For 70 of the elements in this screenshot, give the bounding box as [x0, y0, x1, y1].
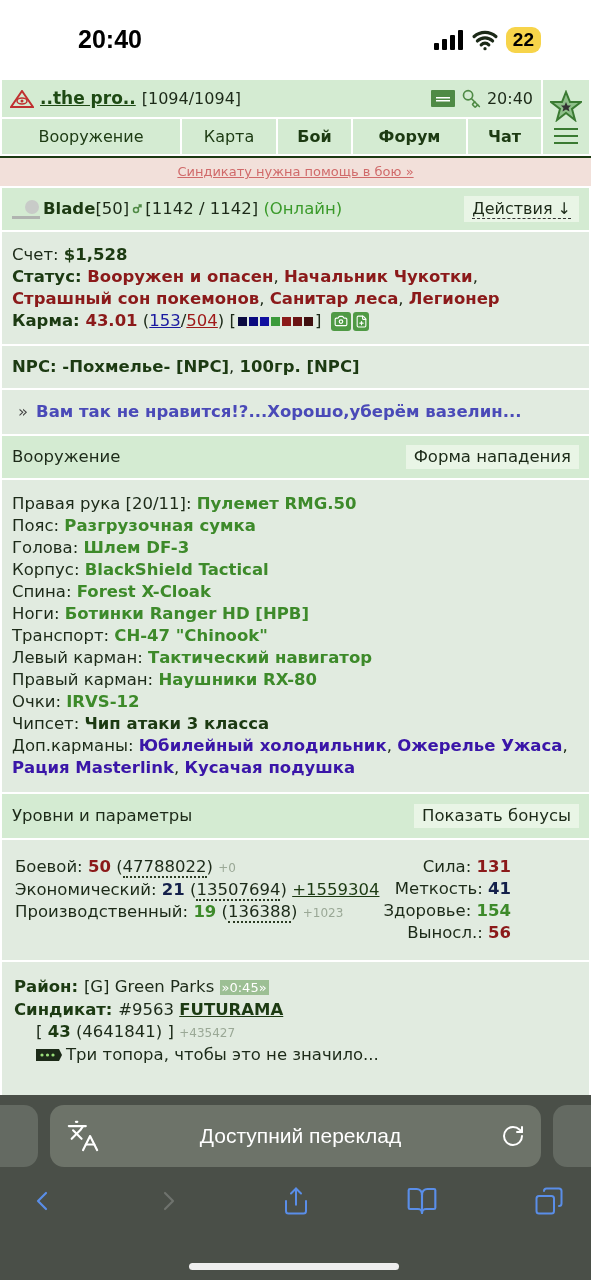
equipment-line: Чипсет: Чип атаки 3 класса — [12, 713, 271, 735]
show-bonuses-button[interactable]: Показать бонусы — [414, 804, 579, 828]
address-bar[interactable]: Доступний переклад — [50, 1105, 541, 1167]
info-line: Счет: $1,528 — [12, 244, 129, 266]
info-line: Статус: Вооружен и опасен, Начальник Чукотки, Страшный сон покемонов, Санитар леса, Легионер — [12, 266, 501, 310]
equipment-line: Очки: IRVS-12 — [12, 691, 141, 713]
signal-icon — [433, 30, 464, 50]
equipment-line: Правый карман: Наушники RX-80 — [12, 669, 318, 691]
reload-icon[interactable] — [501, 1124, 525, 1148]
link[interactable]: +1559304 — [292, 880, 380, 899]
address-text: Доступний переклад — [198, 1123, 403, 1150]
equipment-line: Доп.карманы: Юбилейный холодильник, Ожерелье Ужаса, Рация Masterlink, Кусачая подушка — [12, 735, 569, 779]
npc-line: NPC: -Похмелье- [NPC], 100гр. [NPC] — [12, 356, 360, 378]
nav-tab[interactable]: Вооружение — [2, 119, 180, 154]
equipment-line: Корпус: BlackShield Tactical — [12, 559, 270, 581]
male-icon — [132, 204, 143, 214]
add-file-icon[interactable] — [353, 311, 370, 331]
player-name: Blade[50] — [43, 198, 130, 220]
hit-points: [1094/1094] — [141, 87, 242, 110]
book-icon[interactable] — [406, 1185, 439, 1217]
stat-line: Выносл.: 56 — [406, 922, 511, 944]
equipment-line: Голова: Шлем DF-3 — [12, 537, 191, 559]
translate-icon[interactable] — [66, 1119, 100, 1153]
nav-tab[interactable]: Чат — [468, 119, 541, 154]
level-line: Экономический: 21 (13507694) +1559304 — [15, 879, 380, 901]
adjacent-tab-background — [0, 1105, 38, 1167]
stat-line: Здоровье: 154 — [383, 900, 511, 922]
equipment-line: Правая рука [20/11]: Пулемет RMG.50 — [12, 493, 358, 515]
avatar-icon — [12, 199, 40, 219]
level-line: Боевой: 50 (47788022) +0 — [15, 856, 237, 879]
eye-triangle-icon — [10, 89, 34, 108]
equipment-line: Ноги: Ботинки Ranger HD [HPB] — [12, 603, 310, 625]
syndicate-line: [ 43 (4641841) ] +435427 — [36, 1021, 236, 1043]
equipment-line: Спина: Forest X-Cloak — [12, 581, 212, 603]
equipment-line: Транспорт: CH-47 "Chinook" — [12, 625, 269, 647]
stat-line: Меткость: 41 — [393, 878, 511, 900]
clock: 20:40 — [78, 24, 142, 56]
tabs-icon[interactable] — [534, 1186, 564, 1216]
mail-icon[interactable] — [430, 90, 455, 107]
quote-mark: » — [18, 401, 29, 423]
stat-line: Сила: 131 — [421, 856, 511, 878]
section-title: Уровни и параметры — [12, 805, 193, 827]
attack-form-button[interactable]: Форма нападения — [405, 445, 579, 469]
key-icon[interactable] — [460, 88, 481, 109]
star-icon[interactable] — [550, 90, 582, 122]
battery-indicator: 22 — [505, 27, 541, 53]
link[interactable]: 504 — [186, 311, 218, 330]
rank-icon — [36, 1049, 62, 1061]
equipment-line: Левый карман: Тактический навигатор — [12, 647, 374, 669]
nav-tab[interactable]: Карта — [182, 119, 276, 154]
nav-tab[interactable]: Бой — [278, 119, 351, 154]
syndicate-line: Синдикат: #9563 FUTURAMA — [14, 999, 284, 1021]
syndicate-line: Три топора, чтобы это не значило... — [66, 1044, 379, 1066]
section-title: Вооружение — [12, 446, 121, 468]
link[interactable]: FUTURAMA — [179, 1000, 284, 1019]
header-time: 20:40 — [486, 87, 533, 110]
link[interactable]: 153 — [149, 311, 181, 330]
equipment-line: Пояс: Разгрузочная сумка — [12, 515, 257, 537]
player-health: [1142 / 1142] (Онлайн) — [145, 198, 343, 220]
adjacent-tab-background — [553, 1105, 591, 1167]
nickname-link[interactable]: ..the pro.. — [40, 85, 136, 112]
karma-bracket: ] — [315, 310, 322, 332]
actions-button[interactable]: Действия ↓ — [464, 196, 579, 222]
karma-text: Карма: 43.01 (153/504) [ — [12, 310, 236, 332]
syndicate-line: Район: [G] Green Parks »0:45» — [14, 976, 269, 998]
camera-icon[interactable] — [331, 311, 352, 331]
nav-tab[interactable]: Форум — [353, 119, 466, 154]
menu-icon[interactable] — [554, 128, 578, 144]
quote-text: Вам так не нравится!?...Хорошо,уберём вазелин... — [36, 401, 522, 423]
level-line: Производственный: 19 (136388) +1023 — [15, 901, 345, 924]
